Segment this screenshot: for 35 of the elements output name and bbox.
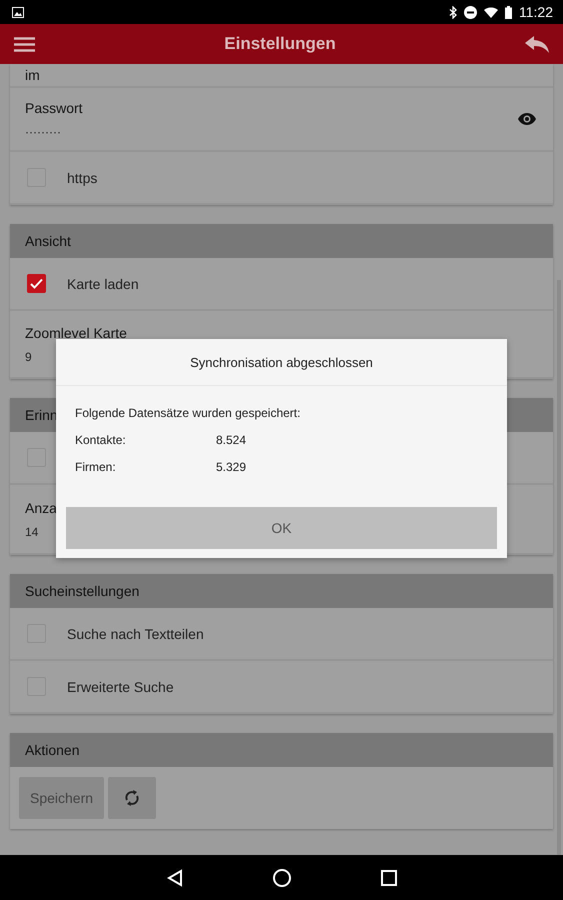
bluetooth-icon bbox=[449, 6, 457, 18]
field-label: im bbox=[25, 67, 41, 83]
stat-label: Firmen: bbox=[75, 460, 117, 474]
dialog-title: Synchronisation abgeschlossen bbox=[56, 339, 507, 386]
field-label: Zoomlevel Karte bbox=[25, 324, 128, 340]
sync-button[interactable] bbox=[108, 777, 156, 819]
stat-value: 5.329 bbox=[216, 460, 246, 474]
ok-button[interactable]: OK bbox=[66, 507, 497, 549]
section-header: Aktionen bbox=[10, 733, 553, 767]
password-field[interactable]: ········· bbox=[25, 124, 538, 138]
back-icon[interactable] bbox=[166, 868, 182, 886]
dialog-message: Folgende Datensätze wurden gespeichert: bbox=[75, 406, 302, 420]
stat-label: Kontakte: bbox=[75, 433, 127, 447]
reply-button[interactable] bbox=[525, 36, 549, 52]
checkbox-label: Erweiterte Suche bbox=[67, 678, 174, 694]
wifi-icon bbox=[484, 6, 498, 18]
eye-icon[interactable] bbox=[518, 113, 536, 125]
checkbox-label: Karte laden bbox=[67, 276, 139, 292]
screen-title: Einstellungen bbox=[224, 34, 336, 54]
menu-button[interactable] bbox=[14, 36, 35, 52]
home-icon[interactable] bbox=[272, 868, 290, 886]
field-label: Passwort bbox=[25, 100, 84, 116]
field-label: Anza bbox=[25, 500, 58, 516]
sync-icon bbox=[124, 789, 140, 807]
section-header: Ansicht bbox=[10, 224, 553, 258]
checkbox-label: https bbox=[67, 170, 98, 186]
image-icon bbox=[12, 6, 24, 18]
overview-icon[interactable] bbox=[380, 870, 396, 886]
do-not-disturb-icon bbox=[464, 6, 477, 18]
checkbox[interactable] bbox=[27, 274, 46, 293]
checkbox-label: Suche nach Textteilen bbox=[67, 626, 204, 642]
battery-icon bbox=[505, 6, 512, 18]
clock: 11:22 bbox=[519, 4, 553, 20]
section-header: Sucheinstellungen bbox=[10, 574, 553, 608]
stat-value: 8.524 bbox=[216, 433, 246, 447]
